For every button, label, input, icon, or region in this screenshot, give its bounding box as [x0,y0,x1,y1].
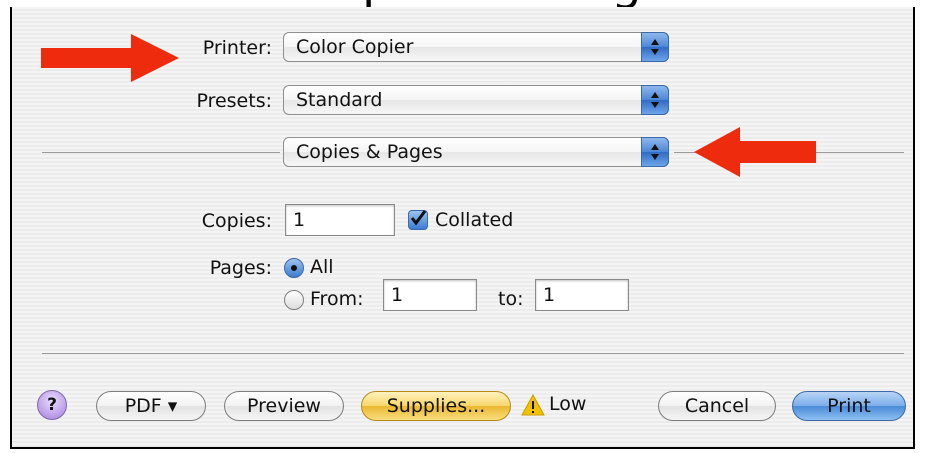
print-dialog: Printer: Color Copier Presets: Standard … [10,7,915,449]
presets-popup-stepper-icon [641,85,669,115]
pages-from-radio[interactable] [284,290,304,310]
cancel-button[interactable]: Cancel [658,391,776,421]
supply-level-label: Low [549,393,587,415]
panel-divider-left [42,152,280,153]
pdf-button[interactable]: PDF ▾ [96,391,206,421]
panel-value: Copies & Pages [296,141,443,163]
supplies-button[interactable]: Supplies... [361,391,511,421]
pages-to-label: to: [498,288,524,310]
presets-label: Presets: [196,90,272,112]
checkmark-icon [410,210,427,226]
presets-popup[interactable]: Standard [283,85,669,115]
collated-label: Collated [435,209,514,231]
red-arrow-left-icon [694,127,816,177]
printer-popup-stepper-icon [641,32,669,62]
copies-field[interactable]: 1 [285,204,395,236]
pages-all-radio[interactable] [284,258,304,278]
printer-label: Printer: [202,37,272,59]
pages-label: Pages: [209,257,272,279]
help-button[interactable]: ? [37,390,67,420]
pages-from-label: From: [310,288,364,310]
print-button[interactable]: Print [792,391,906,421]
collated-checkbox[interactable] [408,210,428,230]
warning-icon [521,394,545,416]
screenshot-frame: Step 3: Setting Printer: Color Copier Pr… [0,0,925,453]
preview-button[interactable]: Preview [224,391,344,421]
printer-value: Color Copier [296,36,414,58]
panel-popup[interactable]: Copies & Pages [283,137,669,167]
printer-popup[interactable]: Color Copier [283,32,669,62]
pages-from-field[interactable]: 1 [383,279,477,311]
pages-to-field[interactable]: 1 [535,279,629,311]
copies-label: Copies: [201,210,272,232]
pages-all-label: All [310,256,334,278]
panel-popup-stepper-icon [641,137,669,167]
presets-value: Standard [296,89,383,111]
bottom-divider [42,353,904,354]
